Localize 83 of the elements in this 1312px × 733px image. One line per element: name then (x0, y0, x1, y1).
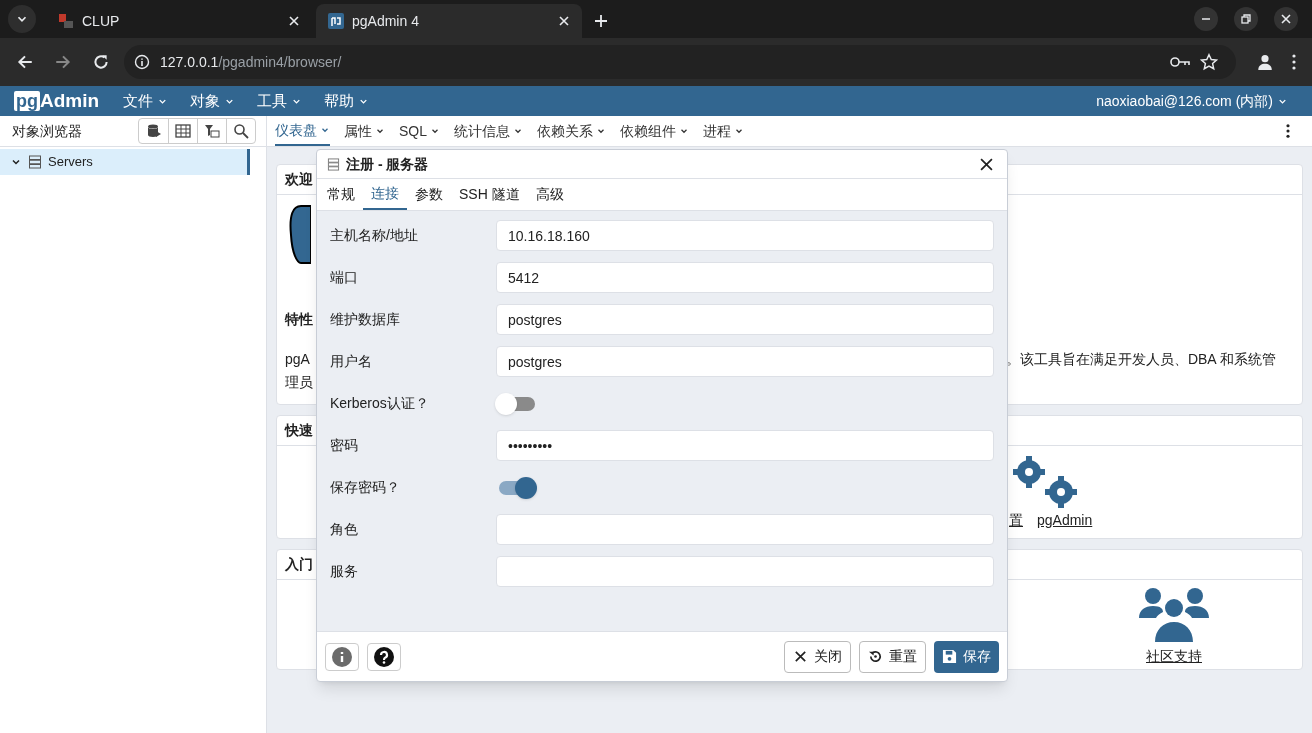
panel-tab[interactable]: SQL (399, 116, 440, 146)
users-icon (1139, 586, 1209, 644)
menu-item[interactable]: 工具 (257, 89, 303, 113)
help-icon (374, 646, 394, 667)
dialog-tab[interactable]: SSH 隧道 (451, 179, 528, 210)
panel-tab[interactable]: 属性 (344, 116, 385, 146)
more-icon[interactable] (1286, 124, 1290, 138)
restore-icon[interactable] (1234, 7, 1258, 31)
field-label: 密码 (330, 436, 359, 455)
address-bar[interactable]: 127.0.0.1/pgadmin4/browser/ (124, 45, 1236, 79)
dialog-tab[interactable]: 常规 (319, 179, 363, 210)
input-field[interactable]: ••••••••• (496, 430, 994, 461)
input-field[interactable]: postgres (496, 304, 994, 335)
close-icon (793, 649, 808, 664)
field-label: 主机名称/地址 (330, 226, 419, 245)
description-text: 理员 (285, 374, 313, 390)
site-logo-icon (58, 13, 74, 29)
database-icon (145, 123, 162, 139)
panel-title: 对象浏览器 (12, 121, 83, 141)
browser-tab[interactable]: CLUP (46, 4, 312, 38)
key-icon[interactable] (1170, 55, 1190, 69)
save-icon (942, 649, 957, 664)
server-icon (28, 155, 42, 169)
user-menu[interactable]: naoxiaobai@126.com (内部) (1096, 90, 1288, 112)
dialog-tab[interactable]: 高级 (527, 179, 572, 210)
dialog-tab[interactable]: 参数 (407, 179, 451, 210)
field-label: 维护数据库 (330, 310, 401, 329)
close-button[interactable]: 关闭 (784, 640, 851, 673)
menu-item[interactable]: 帮助 (324, 89, 370, 113)
forward-icon[interactable] (54, 53, 72, 71)
field-label: 角色 (330, 520, 359, 539)
reset-button[interactable]: 重置 (859, 640, 926, 673)
star-icon[interactable] (1200, 53, 1218, 71)
field-label: 保存密码？ (330, 478, 401, 497)
help-button[interactable] (367, 642, 401, 671)
search-icon (233, 123, 249, 139)
close-icon[interactable] (1274, 7, 1298, 31)
field-label: 端口 (330, 268, 359, 287)
tab-list-icon[interactable] (8, 5, 36, 33)
panel-tab[interactable]: 依赖组件 (620, 116, 689, 146)
link[interactable]: pgAdmin (1037, 510, 1093, 531)
info-button[interactable] (325, 642, 359, 671)
close-icon[interactable] (980, 157, 993, 171)
profile-icon[interactable] (1256, 53, 1274, 71)
table-icon (175, 123, 191, 139)
input-field[interactable] (496, 514, 994, 545)
field-label: 用户名 (330, 352, 373, 371)
input-field[interactable]: 5412 (496, 262, 994, 293)
minimize-icon[interactable] (1194, 7, 1218, 31)
panel-tab[interactable]: 进程 (703, 116, 744, 146)
link[interactable]: 置 (1009, 510, 1023, 531)
toggle-switch[interactable] (499, 476, 537, 499)
dialog-title: 注册 - 服务器 (346, 154, 430, 174)
filter-table-icon (204, 123, 220, 139)
panel-tab[interactable]: 统计信息 (454, 116, 523, 146)
field-label: 服务 (330, 562, 359, 581)
more-icon[interactable] (1292, 54, 1296, 70)
panel-tab[interactable]: 依赖关系 (537, 116, 606, 146)
card-title: 欢迎 (285, 170, 313, 189)
app-logo: pgAdmin (14, 88, 100, 113)
info-icon (332, 646, 352, 667)
save-button[interactable]: 保存 (934, 640, 999, 673)
input-field[interactable] (496, 556, 994, 587)
server-icon (327, 157, 340, 171)
browser-tab[interactable]: pgAdmin 4 (316, 4, 582, 38)
back-icon[interactable] (16, 53, 34, 71)
section-title: 特性 (285, 311, 313, 327)
info-icon (134, 54, 150, 70)
input-field[interactable]: postgres (496, 346, 994, 377)
card-title: 快速 (285, 421, 313, 440)
reset-icon (868, 649, 883, 664)
panel-tab[interactable]: 仪表盘 (275, 116, 330, 146)
menu-item[interactable]: 文件 (123, 89, 169, 113)
tree-item[interactable]: Servers (0, 149, 250, 175)
new-tab-icon[interactable] (594, 14, 608, 28)
menu-item[interactable]: 对象 (190, 89, 236, 113)
reload-icon[interactable] (92, 53, 110, 71)
url-text: 127.0.0.1/pgadmin4/browser/ (160, 52, 343, 72)
card-title: 入门 (285, 555, 313, 574)
link[interactable]: 社区支持 (1146, 646, 1202, 667)
description-text: pgA (285, 350, 310, 369)
input-field[interactable]: 10.16.18.160 (496, 220, 994, 251)
field-label: Kerberos认证？ (330, 394, 430, 413)
